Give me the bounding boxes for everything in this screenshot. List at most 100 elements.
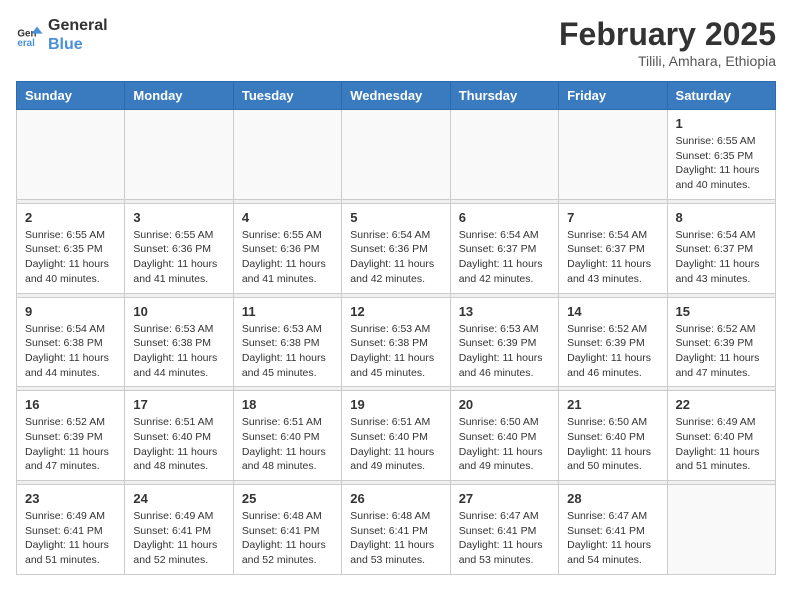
day-info: Sunrise: 6:54 AM Sunset: 6:37 PM Dayligh… — [459, 228, 550, 287]
calendar-cell — [17, 110, 125, 200]
calendar-cell: 25 Sunrise: 6:48 AM Sunset: 6:41 PM Dayli… — [233, 485, 341, 575]
day-number: 25 — [242, 491, 333, 506]
day-info: Sunrise: 6:51 AM Sunset: 6:40 PM Dayligh… — [133, 415, 224, 474]
day-info: Sunrise: 6:51 AM Sunset: 6:40 PM Dayligh… — [350, 415, 441, 474]
calendar-cell: 10 Sunrise: 6:53 AM Sunset: 6:38 PM Dayli… — [125, 297, 233, 387]
day-info: Sunrise: 6:49 AM Sunset: 6:41 PM Dayligh… — [133, 509, 224, 568]
day-number: 5 — [350, 210, 441, 225]
calendar-cell: 17Sunrise: 6:51 AM Sunset: 6:40 PM Dayli… — [125, 391, 233, 481]
calendar-cell: 20Sunrise: 6:50 AM Sunset: 6:40 PM Dayli… — [450, 391, 558, 481]
weekday-header-monday: Monday — [125, 82, 233, 110]
day-info: Sunrise: 6:47 AM Sunset: 6:41 PM Dayligh… — [459, 509, 550, 568]
page-header: Gen eral General Blue February 2025 Tili… — [16, 16, 776, 69]
day-info: Sunrise: 6:53 AM Sunset: 6:38 PM Dayligh… — [242, 322, 333, 381]
day-number: 23 — [25, 491, 116, 506]
weekday-header-sunday: Sunday — [17, 82, 125, 110]
calendar-header: SundayMondayTuesdayWednesdayThursdayFrid… — [17, 82, 776, 110]
calendar-cell: 16Sunrise: 6:52 AM Sunset: 6:39 PM Dayli… — [17, 391, 125, 481]
calendar-cell: 2 Sunrise: 6:55 AM Sunset: 6:35 PM Daylig… — [17, 203, 125, 293]
day-number: 24 — [133, 491, 224, 506]
calendar-week-3: 16Sunrise: 6:52 AM Sunset: 6:39 PM Dayli… — [17, 391, 776, 481]
day-number: 10 — [133, 304, 224, 319]
calendar-cell: 7Sunrise: 6:54 AM Sunset: 6:37 PM Daylig… — [559, 203, 667, 293]
calendar-cell: 18 Sunrise: 6:51 AM Sunset: 6:40 PM Dayli… — [233, 391, 341, 481]
day-number: 13 — [459, 304, 550, 319]
calendar-cell: 14 Sunrise: 6:52 AM Sunset: 6:39 PM Dayli… — [559, 297, 667, 387]
day-number: 18 — [242, 397, 333, 412]
calendar-week-2: 9 Sunrise: 6:54 AM Sunset: 6:38 PM Daylig… — [17, 297, 776, 387]
day-number: 9 — [25, 304, 116, 319]
location-title: Tilili, Amhara, Ethiopia — [559, 53, 776, 69]
day-info: Sunrise: 6:47 AM Sunset: 6:41 PM Dayligh… — [567, 509, 658, 568]
day-info: Sunrise: 6:53 AM Sunset: 6:38 PM Dayligh… — [133, 322, 224, 381]
day-info: Sunrise: 6:51 AM Sunset: 6:40 PM Dayligh… — [242, 415, 333, 474]
day-number: 22 — [676, 397, 767, 412]
day-number: 16 — [25, 397, 116, 412]
weekday-header-wednesday: Wednesday — [342, 82, 450, 110]
calendar: SundayMondayTuesdayWednesdayThursdayFrid… — [16, 81, 776, 575]
calendar-cell — [667, 485, 775, 575]
calendar-cell: 24 Sunrise: 6:49 AM Sunset: 6:41 PM Dayli… — [125, 485, 233, 575]
day-number: 19 — [350, 397, 441, 412]
day-info: Sunrise: 6:49 AM Sunset: 6:41 PM Dayligh… — [25, 509, 116, 568]
calendar-cell: 19 Sunrise: 6:51 AM Sunset: 6:40 PM Dayli… — [342, 391, 450, 481]
calendar-cell: 28Sunrise: 6:47 AM Sunset: 6:41 PM Dayli… — [559, 485, 667, 575]
calendar-cell: 1 Sunrise: 6:55 AM Sunset: 6:35 PM Daylig… — [667, 110, 775, 200]
day-number: 15 — [676, 304, 767, 319]
day-info: Sunrise: 6:54 AM Sunset: 6:38 PM Dayligh… — [25, 322, 116, 381]
calendar-cell: 6 Sunrise: 6:54 AM Sunset: 6:37 PM Daylig… — [450, 203, 558, 293]
day-number: 11 — [242, 304, 333, 319]
calendar-cell: 26Sunrise: 6:48 AM Sunset: 6:41 PM Dayli… — [342, 485, 450, 575]
calendar-cell: 21Sunrise: 6:50 AM Sunset: 6:40 PM Dayli… — [559, 391, 667, 481]
weekday-header-thursday: Thursday — [450, 82, 558, 110]
calendar-cell: 11 Sunrise: 6:53 AM Sunset: 6:38 PM Dayli… — [233, 297, 341, 387]
day-number: 4 — [242, 210, 333, 225]
calendar-cell: 22 Sunrise: 6:49 AM Sunset: 6:40 PM Dayli… — [667, 391, 775, 481]
day-info: Sunrise: 6:50 AM Sunset: 6:40 PM Dayligh… — [459, 415, 550, 474]
day-info: Sunrise: 6:55 AM Sunset: 6:35 PM Dayligh… — [676, 134, 767, 193]
calendar-body: 1 Sunrise: 6:55 AM Sunset: 6:35 PM Daylig… — [17, 110, 776, 575]
day-number: 1 — [676, 116, 767, 131]
calendar-cell — [125, 110, 233, 200]
day-info: Sunrise: 6:49 AM Sunset: 6:40 PM Dayligh… — [676, 415, 767, 474]
calendar-cell — [342, 110, 450, 200]
calendar-cell: 9 Sunrise: 6:54 AM Sunset: 6:38 PM Daylig… — [17, 297, 125, 387]
calendar-cell — [559, 110, 667, 200]
logo: Gen eral General Blue — [16, 16, 108, 54]
day-info: Sunrise: 6:54 AM Sunset: 6:36 PM Dayligh… — [350, 228, 441, 287]
day-info: Sunrise: 6:55 AM Sunset: 6:35 PM Dayligh… — [25, 228, 116, 287]
day-number: 12 — [350, 304, 441, 319]
calendar-cell: 4 Sunrise: 6:55 AM Sunset: 6:36 PM Daylig… — [233, 203, 341, 293]
weekday-header-saturday: Saturday — [667, 82, 775, 110]
day-info: Sunrise: 6:48 AM Sunset: 6:41 PM Dayligh… — [242, 509, 333, 568]
day-number: 7 — [567, 210, 658, 225]
weekday-header-friday: Friday — [559, 82, 667, 110]
day-info: Sunrise: 6:55 AM Sunset: 6:36 PM Dayligh… — [242, 228, 333, 287]
day-number: 8 — [676, 210, 767, 225]
calendar-cell — [233, 110, 341, 200]
day-info: Sunrise: 6:52 AM Sunset: 6:39 PM Dayligh… — [567, 322, 658, 381]
day-number: 14 — [567, 304, 658, 319]
calendar-cell: 8 Sunrise: 6:54 AM Sunset: 6:37 PM Daylig… — [667, 203, 775, 293]
svg-text:eral: eral — [17, 38, 35, 49]
day-info: Sunrise: 6:53 AM Sunset: 6:39 PM Dayligh… — [459, 322, 550, 381]
calendar-cell: 13 Sunrise: 6:53 AM Sunset: 6:39 PM Dayli… — [450, 297, 558, 387]
calendar-week-4: 23 Sunrise: 6:49 AM Sunset: 6:41 PM Dayli… — [17, 485, 776, 575]
calendar-cell: 27 Sunrise: 6:47 AM Sunset: 6:41 PM Dayli… — [450, 485, 558, 575]
day-number: 6 — [459, 210, 550, 225]
calendar-cell: 15Sunrise: 6:52 AM Sunset: 6:39 PM Dayli… — [667, 297, 775, 387]
calendar-cell: 5 Sunrise: 6:54 AM Sunset: 6:36 PM Daylig… — [342, 203, 450, 293]
day-info: Sunrise: 6:55 AM Sunset: 6:36 PM Dayligh… — [133, 228, 224, 287]
calendar-cell — [450, 110, 558, 200]
calendar-cell: 12 Sunrise: 6:53 AM Sunset: 6:38 PM Dayli… — [342, 297, 450, 387]
day-number: 26 — [350, 491, 441, 506]
day-number: 3 — [133, 210, 224, 225]
day-info: Sunrise: 6:53 AM Sunset: 6:38 PM Dayligh… — [350, 322, 441, 381]
day-number: 2 — [25, 210, 116, 225]
day-info: Sunrise: 6:50 AM Sunset: 6:40 PM Dayligh… — [567, 415, 658, 474]
day-info: Sunrise: 6:54 AM Sunset: 6:37 PM Dayligh… — [676, 228, 767, 287]
month-title: February 2025 — [559, 16, 776, 53]
title-area: February 2025 Tilili, Amhara, Ethiopia — [559, 16, 776, 69]
weekday-header-tuesday: Tuesday — [233, 82, 341, 110]
day-number: 27 — [459, 491, 550, 506]
